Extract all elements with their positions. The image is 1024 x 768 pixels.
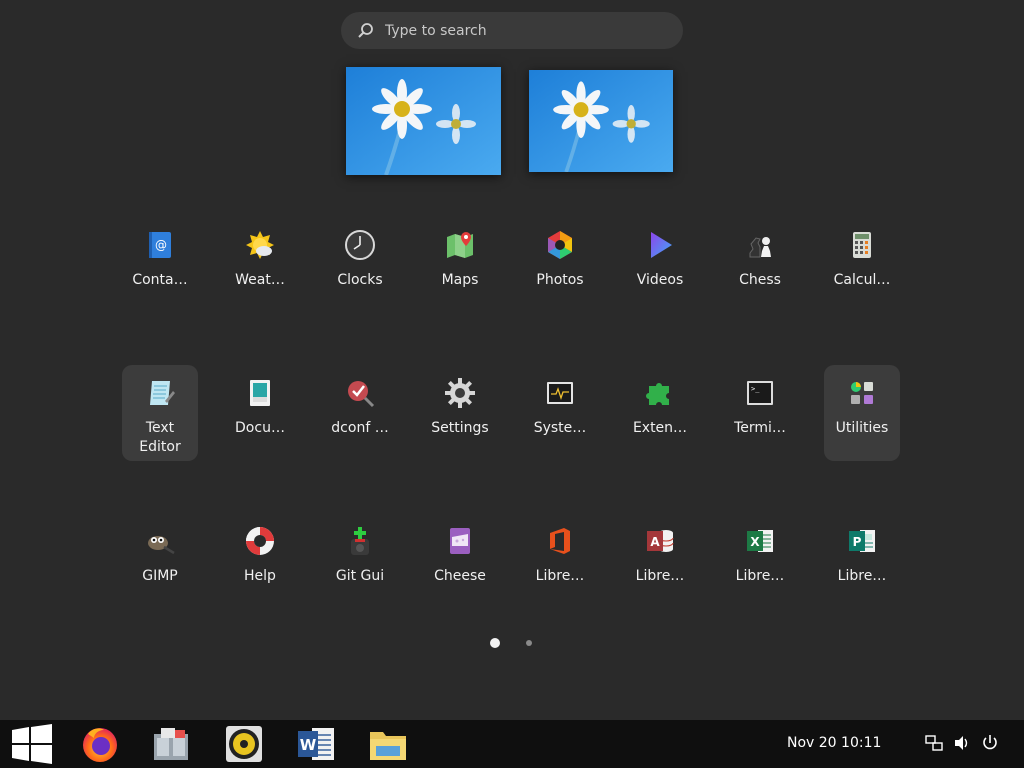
excel-spreadsheet-icon: X [744, 525, 776, 557]
network-icon[interactable] [925, 734, 943, 752]
gimp-icon [144, 525, 176, 557]
search-bar[interactable] [341, 12, 683, 49]
app-weather[interactable]: Weat… [222, 217, 298, 313]
file-cabinet-icon[interactable] [151, 724, 191, 764]
rhythmbox-speaker-icon[interactable] [224, 724, 264, 764]
app-terminal[interactable]: >_ Termi… [722, 365, 798, 461]
app-label: Exten… [632, 420, 688, 436]
file-manager-folder-icon[interactable] [368, 724, 408, 764]
dconf-editor-icon [344, 377, 376, 409]
workspace-thumbnail-2[interactable] [529, 70, 673, 172]
app-label: GIMP [142, 568, 178, 584]
publisher-icon: P [846, 525, 878, 557]
app-label: Libre… [635, 568, 685, 584]
workspace-thumbnail-1[interactable] [346, 67, 501, 175]
app-label: dconf … [331, 420, 389, 436]
app-label: Termi… [734, 420, 786, 436]
windows-start-icon[interactable] [12, 724, 52, 764]
app-label: Settings [431, 420, 489, 436]
app-photos[interactable]: Photos [522, 217, 598, 313]
app-dconf-editor[interactable]: dconf … [322, 365, 398, 461]
text-editor-icon [144, 377, 176, 409]
app-label: Conta… [132, 272, 188, 288]
word-icon[interactable]: W [296, 724, 336, 764]
app-label: Libre… [535, 568, 585, 584]
app-document-viewer[interactable]: Docu… [222, 365, 298, 461]
app-label: Calcul… [833, 272, 891, 288]
volume-icon[interactable] [953, 734, 971, 752]
svg-text:P: P [853, 535, 862, 549]
app-label: Help [244, 568, 276, 584]
app-git-gui[interactable]: Git Gui [322, 513, 398, 609]
app-system-monitor[interactable]: Syste… [522, 365, 598, 461]
git-gui-icon [344, 525, 376, 557]
terminal-icon: >_ [744, 377, 776, 409]
maps-icon [444, 229, 476, 261]
firefox-icon[interactable] [80, 724, 120, 764]
page-indicator-current[interactable] [490, 638, 500, 648]
app-contacts[interactable]: @ Conta… [122, 217, 198, 313]
app-label: Chess [739, 272, 781, 288]
app-folder-utilities[interactable]: Utilities [824, 365, 900, 461]
contacts-icon: @ [144, 229, 176, 261]
app-libreoffice-4[interactable]: P Libre… [824, 513, 900, 609]
power-icon[interactable] [981, 734, 999, 752]
app-label: Weat… [235, 272, 285, 288]
app-help[interactable]: Help [222, 513, 298, 609]
app-text-editor[interactable]: Text Editor [122, 365, 198, 461]
document-viewer-icon [244, 377, 276, 409]
app-label: Libre… [735, 568, 785, 584]
app-extensions[interactable]: Exten… [622, 365, 698, 461]
clocks-icon [344, 229, 376, 261]
app-label: Clocks [337, 272, 383, 288]
app-label: Utilities [835, 420, 889, 436]
system-monitor-icon [544, 377, 576, 409]
office-icon [544, 525, 576, 557]
app-cheese[interactable]: Cheese [422, 513, 498, 609]
app-libreoffice-1[interactable]: Libre… [522, 513, 598, 609]
app-clocks[interactable]: Clocks [322, 217, 398, 313]
app-gimp[interactable]: GIMP [122, 513, 198, 609]
help-lifebuoy-icon [244, 525, 276, 557]
app-label: Photos [536, 272, 584, 288]
calculator-icon [846, 229, 878, 261]
app-label: Libre… [837, 568, 887, 584]
page-indicator-2[interactable] [526, 640, 532, 646]
wallpaper-image [529, 70, 673, 172]
svg-text:A: A [650, 535, 660, 549]
clock[interactable]: Nov 20 10:11 [787, 735, 881, 751]
svg-text:W: W [300, 736, 317, 754]
app-label: Syste… [533, 420, 587, 436]
wallpaper-image [346, 67, 501, 175]
app-libreoffice-2[interactable]: A Libre… [622, 513, 698, 609]
app-label: Maps [441, 272, 479, 288]
access-database-icon: A [644, 525, 676, 557]
settings-gear-icon [444, 377, 476, 409]
extensions-puzzle-icon [644, 377, 676, 409]
app-label: Git Gui [335, 568, 385, 584]
app-label: Text Editor [139, 420, 181, 455]
videos-icon [644, 229, 676, 261]
search-input[interactable] [385, 22, 645, 39]
svg-text:>_: >_ [751, 385, 760, 393]
weather-icon [244, 229, 276, 261]
svg-text:@: @ [155, 238, 167, 252]
app-label: Cheese [434, 568, 486, 584]
app-videos[interactable]: Videos [622, 217, 698, 313]
app-label: Docu… [235, 420, 285, 436]
photos-icon [544, 229, 576, 261]
taskbar: W Nov 20 10:11 [0, 720, 1024, 768]
app-label: Videos [636, 272, 684, 288]
svg-text:X: X [750, 535, 760, 549]
app-chess[interactable]: Chess [722, 217, 798, 313]
app-maps[interactable]: Maps [422, 217, 498, 313]
app-calculator[interactable]: Calcul… [824, 217, 900, 313]
chess-icon [744, 229, 776, 261]
app-settings[interactable]: Settings [422, 365, 498, 461]
app-libreoffice-3[interactable]: X Libre… [722, 513, 798, 609]
search-icon [357, 22, 375, 40]
utilities-folder-icon [846, 377, 878, 409]
cheese-icon [444, 525, 476, 557]
